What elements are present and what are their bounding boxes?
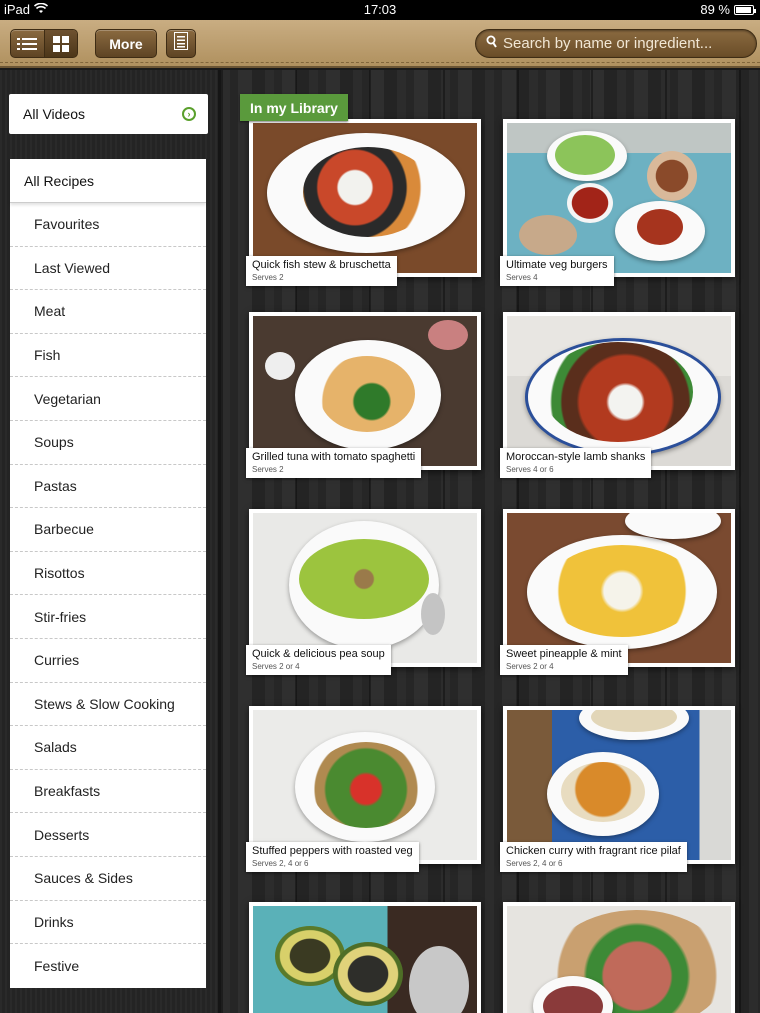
recipe-caption: Quick fish stew & bruschetta Serves 2 xyxy=(246,256,397,286)
recipe-serves: Serves 2 or 4 xyxy=(506,662,554,671)
recipe-card[interactable] xyxy=(249,902,481,1013)
sidebar-item-vegetarian[interactable]: Vegetarian xyxy=(10,377,206,421)
recipe-serves: Serves 2 xyxy=(252,273,284,282)
recipe-title: Moroccan-style lamb shanks xyxy=(506,451,646,463)
recipe-card[interactable] xyxy=(503,312,735,470)
recipe-caption: Quick & delicious pea soup Serves 2 or 4 xyxy=(246,645,391,675)
recipe-caption: Ultimate veg burgers Serves 4 xyxy=(500,256,614,286)
sidebar-item-favourites[interactable]: Favourites xyxy=(10,203,206,247)
search-placeholder: Search by name or ingredient... xyxy=(503,35,713,52)
sidebar-item-drinks[interactable]: Drinks xyxy=(10,901,206,945)
recipe-title: Grilled tuna with tomato spaghetti xyxy=(252,451,416,463)
recipe-title: Ultimate veg burgers xyxy=(506,259,608,271)
sidebar-item-breakfasts[interactable]: Breakfasts xyxy=(10,770,206,814)
recipe-photo xyxy=(253,316,477,466)
grid-view-icon[interactable] xyxy=(43,30,77,57)
list-view-icon[interactable] xyxy=(11,30,44,57)
recipe-photo xyxy=(507,123,731,273)
recipe-caption: Grilled tuna with tomato spaghetti Serve… xyxy=(246,448,422,478)
notepad-icon xyxy=(174,32,188,55)
recipe-card[interactable] xyxy=(503,902,735,1013)
sidebar-item-salads[interactable]: Salads xyxy=(10,726,206,770)
recipe-serves: Serves 2 xyxy=(252,465,284,474)
all-videos-label: All Videos xyxy=(23,106,86,122)
recipe-photo xyxy=(507,710,731,860)
recipe-serves: Serves 4 or 6 xyxy=(506,465,554,474)
recipe-title: Chicken curry with fragrant rice pilaf xyxy=(506,845,681,857)
clock: 17:03 xyxy=(363,2,397,17)
recipe-photo xyxy=(253,710,477,860)
battery-percent: 89 % xyxy=(700,2,730,17)
sidebar-item-festive[interactable]: Festive xyxy=(10,944,206,988)
recipe-serves: Serves 4 xyxy=(506,273,538,282)
sidebar-item-risottos[interactable]: Risottos xyxy=(10,552,206,596)
sidebar-item-stews-slow-cooking[interactable]: Stews & Slow Cooking xyxy=(10,683,206,727)
recipe-title: Stuffed peppers with roasted veg xyxy=(252,845,413,857)
recipe-serves: Serves 2 or 4 xyxy=(252,662,300,671)
recipe-serves: Serves 2, 4 or 6 xyxy=(252,859,309,868)
recipe-photo xyxy=(253,513,477,663)
view-toggle xyxy=(10,29,78,58)
sidebar-item-soups[interactable]: Soups xyxy=(10,421,206,465)
battery-status: 89 % xyxy=(700,2,756,17)
category-all-recipes[interactable]: All Recipes xyxy=(10,159,206,203)
sidebar-item-curries[interactable]: Curries xyxy=(10,639,206,683)
sidebar-item-sauces-sides[interactable]: Sauces & Sides xyxy=(10,857,206,901)
sidebar-item-barbecue[interactable]: Barbecue xyxy=(10,508,206,552)
recipe-title: Sweet pineapple & mint xyxy=(506,648,622,660)
more-button[interactable]: More xyxy=(95,29,157,58)
status-bar: iPad 17:03 89 % xyxy=(0,0,760,20)
all-videos-button[interactable]: All Videos › xyxy=(9,94,208,134)
recipe-title: Quick & delicious pea soup xyxy=(252,648,385,660)
search-icon xyxy=(486,35,497,52)
search-input[interactable]: Search by name or ingredient... xyxy=(475,29,757,58)
recipe-serves: Serves 2, 4 or 6 xyxy=(506,859,563,868)
recipe-card[interactable] xyxy=(503,706,735,864)
recipe-card[interactable] xyxy=(249,119,481,277)
sidebar-item-desserts[interactable]: Desserts xyxy=(10,813,206,857)
recipe-photo xyxy=(507,906,731,1013)
recipe-photo xyxy=(253,123,477,273)
sidebar-item-meat[interactable]: Meat xyxy=(10,290,206,334)
recipe-card[interactable] xyxy=(249,312,481,470)
recipe-card[interactable] xyxy=(249,706,481,864)
recipe-photo xyxy=(507,513,731,663)
recipe-caption: Sweet pineapple & mint Serves 2 or 4 xyxy=(500,645,628,675)
recipe-card[interactable] xyxy=(503,119,735,277)
sidebar: All Videos › All Recipes Favourites Last … xyxy=(0,70,218,1013)
recipe-card[interactable] xyxy=(503,509,735,667)
recipe-caption: Stuffed peppers with roasted veg Serves … xyxy=(246,842,419,872)
recipe-caption: Moroccan-style lamb shanks Serves 4 or 6 xyxy=(500,448,652,478)
library-section-label: In my Library xyxy=(240,94,348,121)
sidebar-item-pastas[interactable]: Pastas xyxy=(10,465,206,509)
sidebar-item-last-viewed[interactable]: Last Viewed xyxy=(10,247,206,291)
category-list: All Recipes Favourites Last Viewed Meat Fis… xyxy=(10,159,206,988)
recipe-photo xyxy=(253,906,477,1013)
recipe-photo xyxy=(507,316,731,466)
sidebar-item-fish[interactable]: Fish xyxy=(10,334,206,378)
recipe-title: Quick fish stew & bruschetta xyxy=(252,259,391,271)
shopping-list-button[interactable] xyxy=(166,29,196,58)
sidebar-item-stir-fries[interactable]: Stir-fries xyxy=(10,595,206,639)
chevron-right-icon: › xyxy=(182,107,196,121)
toolbar: More Search by name or ingredient... xyxy=(0,20,760,68)
recipe-card[interactable] xyxy=(249,509,481,667)
battery-icon xyxy=(734,4,756,15)
recipe-caption: Chicken curry with fragrant rice pilaf S… xyxy=(500,842,687,872)
